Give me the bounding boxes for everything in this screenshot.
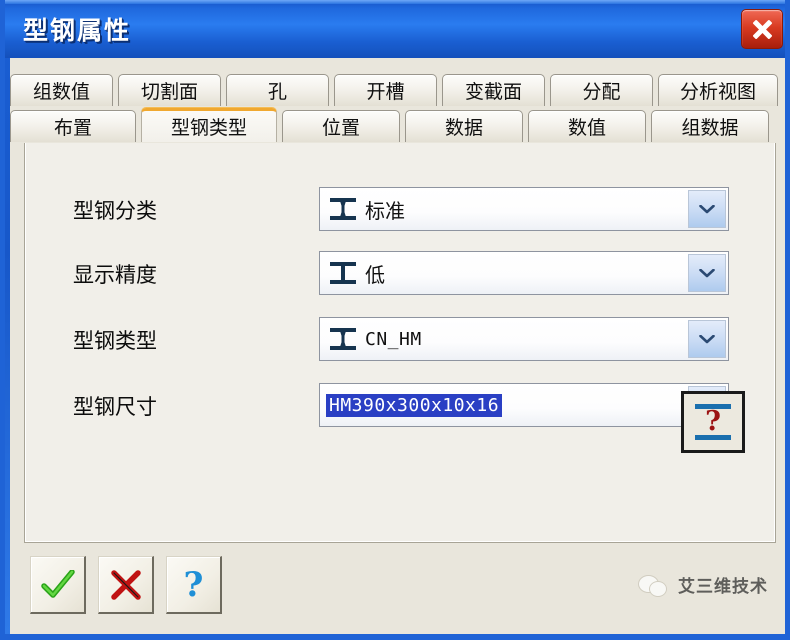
combo-profile-type-value: CN_HM	[365, 328, 422, 350]
tab-row-1: 组数值 切割面 孔 开槽 变截面 分配 分析视图	[10, 72, 785, 106]
cancel-button[interactable]	[98, 556, 154, 614]
tab-fenpei[interactable]: 分配	[550, 74, 653, 106]
tabstrip: 组数值 切割面 孔 开槽 变截面 分配 分析视图 布置 型钢类型 位置 数据 数…	[10, 64, 785, 150]
tab-fenxishitu[interactable]: 分析视图	[658, 74, 778, 106]
tab-bianjiemian[interactable]: 变截面	[442, 74, 545, 106]
tab-qiegemian[interactable]: 切割面	[118, 74, 221, 106]
close-icon[interactable]	[741, 9, 783, 49]
question-mark-icon: ?	[705, 405, 721, 437]
chevron-down-icon[interactable]	[688, 320, 726, 358]
x-mark-icon	[110, 569, 141, 600]
client-area: 组数值 切割面 孔 开槽 变截面 分配 分析视图 布置 型钢类型 位置 数据 数…	[10, 58, 785, 634]
combo-display-accuracy-value: 低	[365, 262, 385, 287]
checkmark-icon	[40, 569, 75, 598]
label-profile-type: 型钢类型	[73, 329, 157, 353]
watermark: 艾三维技术	[638, 572, 768, 597]
i-beam-icon	[330, 260, 356, 286]
ok-button[interactable]	[30, 556, 86, 614]
tab-content-panel: 型钢分类 标准 显示精度 低 型钢类型 CN_HM 型钢尺寸 HM390x300…	[24, 143, 776, 543]
label-profile-class: 型钢分类	[73, 199, 157, 223]
combo-profile-type[interactable]: CN_HM	[319, 317, 729, 361]
dialog-footer: ? 艾三维技术	[10, 548, 785, 634]
label-display-accuracy: 显示精度	[73, 263, 157, 287]
form-row-profile-size: 型钢尺寸 HM390x300x10x16	[25, 383, 777, 427]
form-row-profile-type: 型钢类型 CN_HM	[25, 317, 777, 361]
tab-kong[interactable]: 孔	[226, 74, 329, 106]
i-beam-icon	[330, 196, 356, 222]
combo-profile-class[interactable]: 标准	[319, 187, 729, 231]
form-row-profile-class: 型钢分类 标准	[25, 187, 777, 231]
tab-zushuju[interactable]: 组数据	[651, 110, 769, 142]
tab-shuzhi[interactable]: 数值	[528, 110, 646, 142]
steel-profile-properties-window: 型钢属性 组数值 切割面 孔 开槽 变截面 分配 分析视图 布置 型钢类型 位置…	[0, 0, 790, 640]
window-title: 型钢属性	[23, 16, 132, 45]
i-beam-bottom-flange-icon	[695, 435, 731, 440]
chevron-down-icon[interactable]	[688, 190, 726, 228]
wechat-logo-icon	[638, 573, 668, 597]
watermark-text: 艾三维技术	[678, 577, 768, 597]
tab-xinggangleixing[interactable]: 型钢类型	[141, 108, 277, 142]
question-mark-icon: ?	[183, 564, 204, 605]
tab-row-2: 布置 型钢类型 位置 数据 数值 组数据	[10, 108, 785, 142]
tab-buzhi[interactable]: 布置	[10, 110, 136, 142]
combo-display-accuracy[interactable]: 低	[319, 251, 729, 295]
form-row-display-accuracy: 显示精度 低	[25, 251, 777, 295]
combo-profile-class-value: 标准	[365, 198, 405, 223]
combo-profile-size-value: HM390x300x10x16	[326, 393, 503, 417]
tab-zushuzhi[interactable]: 组数值	[10, 74, 113, 106]
combo-profile-size[interactable]: HM390x300x10x16	[319, 383, 729, 427]
i-beam-icon	[330, 326, 356, 352]
tab-kaicao[interactable]: 开槽	[334, 74, 437, 106]
titlebar: 型钢属性	[5, 0, 785, 58]
label-profile-size: 型钢尺寸	[73, 395, 157, 419]
help-button[interactable]: ?	[166, 556, 222, 614]
tab-shuju[interactable]: 数据	[405, 110, 523, 142]
chevron-down-icon[interactable]	[688, 254, 726, 292]
profile-question-button[interactable]: ?	[681, 391, 745, 453]
tab-weizhi[interactable]: 位置	[282, 110, 400, 142]
